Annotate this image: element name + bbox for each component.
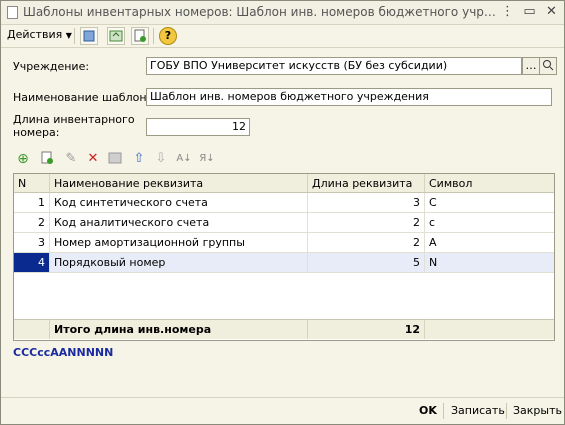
document-icon (7, 6, 18, 19)
table-row-name[interactable]: Код синтетического счета (50, 193, 308, 213)
select-button[interactable]: … (522, 57, 540, 75)
button-separator (443, 403, 444, 419)
length-field[interactable]: 12 (146, 118, 250, 136)
table-row-symbol[interactable]: С (425, 193, 554, 213)
add-icon[interactable]: ⊕ (15, 151, 31, 167)
search-icon[interactable] (539, 57, 557, 75)
column-header-length[interactable]: Длина реквизита (308, 174, 425, 193)
table-row-n[interactable]: 1 (14, 193, 50, 213)
copy-row-icon[interactable] (39, 151, 55, 167)
requisites-table: N Наименование реквизита Длина реквизита… (13, 173, 555, 341)
table-row-name[interactable]: Порядковый номер (50, 253, 308, 273)
length-label-line1: Длина инвентарного (13, 113, 135, 126)
table-footer-cell (14, 319, 50, 339)
column-header-n[interactable]: N (14, 174, 50, 193)
ok-button[interactable]: OK (419, 404, 437, 417)
edit-icon[interactable]: ✎ (63, 151, 79, 167)
table-row-length[interactable]: 5 (308, 253, 425, 273)
table-row-symbol[interactable]: N (425, 253, 554, 273)
title-bar: Шаблоны инвентарных номеров: Шаблон инв.… (1, 1, 564, 25)
table-row-length[interactable]: 2 (308, 213, 425, 233)
table-row-length[interactable]: 3 (308, 193, 425, 213)
table-row-n[interactable]: 4 (14, 253, 50, 273)
actions-label: Действия (7, 28, 63, 41)
move-down-icon[interactable]: ⇩ (153, 151, 169, 167)
help-icon[interactable]: ⋮ (499, 4, 516, 20)
move-up-icon[interactable]: ⇧ (131, 151, 147, 167)
institution-field[interactable]: ГОБУ ВПО Университет искусств (БУ без су… (146, 57, 522, 75)
template-name-field[interactable]: Шаблон инв. номеров бюджетного учреждени… (146, 88, 552, 106)
table-row-name[interactable]: Номер амортизационной группы (50, 233, 308, 253)
minimize-icon[interactable]: ▭ (521, 4, 538, 20)
table-footer-cell (425, 319, 554, 339)
table-row-symbol[interactable]: А (425, 233, 554, 253)
button-separator (506, 403, 507, 419)
table-row-length[interactable]: 2 (308, 233, 425, 253)
bottom-bar: OK Записать Закрыть (1, 397, 564, 424)
table-row-n[interactable]: 2 (14, 213, 50, 233)
copy-icon[interactable] (131, 27, 149, 45)
window-title: Шаблоны инвентарных номеров: Шаблон инв.… (23, 5, 501, 19)
toolbar-separator (153, 28, 154, 44)
close-icon[interactable]: ✕ (543, 4, 560, 20)
table-footer-total: 12 (308, 319, 425, 339)
question-icon[interactable]: ? (159, 27, 177, 45)
table-footer-label: Итого длина инв.номера (50, 319, 308, 339)
go-to-icon[interactable] (80, 27, 98, 45)
template-preview: СССссААNNNNN (13, 346, 114, 359)
sort-ascending-icon[interactable]: A↓ (176, 151, 192, 167)
sort-descending-icon[interactable]: Я↓ (199, 151, 215, 167)
chevron-down-icon: ▼ (65, 31, 72, 40)
dialog-window: Шаблоны инвентарных номеров: Шаблон инв.… (0, 0, 565, 425)
toolbar: Действия ▼ ? (1, 25, 564, 48)
length-label-line2: номера: (13, 126, 60, 139)
refresh-icon[interactable] (107, 27, 125, 45)
save-button[interactable]: Записать (451, 404, 505, 417)
end-edit-icon[interactable] (107, 151, 123, 167)
table-row-n[interactable]: 3 (14, 233, 50, 253)
column-header-name[interactable]: Наименование реквизита (50, 174, 308, 193)
institution-label: Учреждение: (13, 60, 90, 73)
table-row-name[interactable]: Код аналитического счета (50, 213, 308, 233)
column-header-symbol[interactable]: Символ (425, 174, 554, 193)
toolbar-separator (74, 28, 75, 44)
delete-icon[interactable]: ✕ (85, 151, 101, 167)
template-name-label: Наименование шаблона: (13, 91, 157, 104)
table-row-symbol[interactable]: с (425, 213, 554, 233)
actions-menu[interactable]: Действия ▼ (7, 28, 72, 41)
close-button[interactable]: Закрыть (513, 404, 562, 417)
